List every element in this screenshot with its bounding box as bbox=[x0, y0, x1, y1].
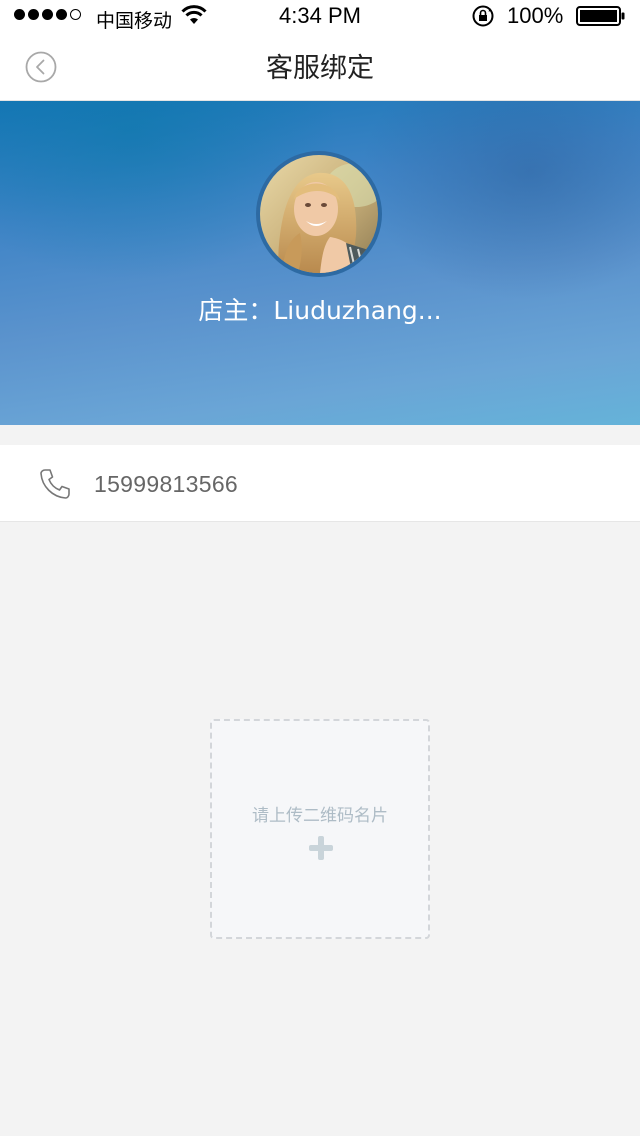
upload-qr-card-label: 请上传二维码名片 bbox=[252, 806, 388, 826]
phone-number: 15999813566 bbox=[94, 471, 239, 497]
avatar[interactable] bbox=[256, 151, 382, 277]
upload-qr-card-button[interactable]: 请上传二维码名片 bbox=[210, 719, 430, 939]
chevron-left-circle-icon bbox=[25, 51, 57, 83]
profile-header: 店主：Liuduzhang... bbox=[0, 101, 640, 425]
phone-row[interactable]: 15999813566 bbox=[0, 445, 640, 522]
rotation-lock-icon bbox=[471, 4, 495, 33]
avatar-photo bbox=[260, 155, 378, 273]
status-bar: 中国移动 4:34 PM 100% bbox=[0, 0, 640, 40]
page-title: 客服绑定 bbox=[266, 53, 374, 84]
battery-icon bbox=[576, 6, 626, 31]
navigation-bar: 客服绑定 bbox=[0, 40, 640, 101]
shop-owner-name: 店主：Liuduzhang... bbox=[198, 296, 442, 325]
plus-icon bbox=[308, 835, 334, 865]
battery-percentage: 100% bbox=[507, 3, 564, 28]
phone-icon bbox=[38, 467, 72, 505]
back-button[interactable] bbox=[24, 50, 58, 84]
